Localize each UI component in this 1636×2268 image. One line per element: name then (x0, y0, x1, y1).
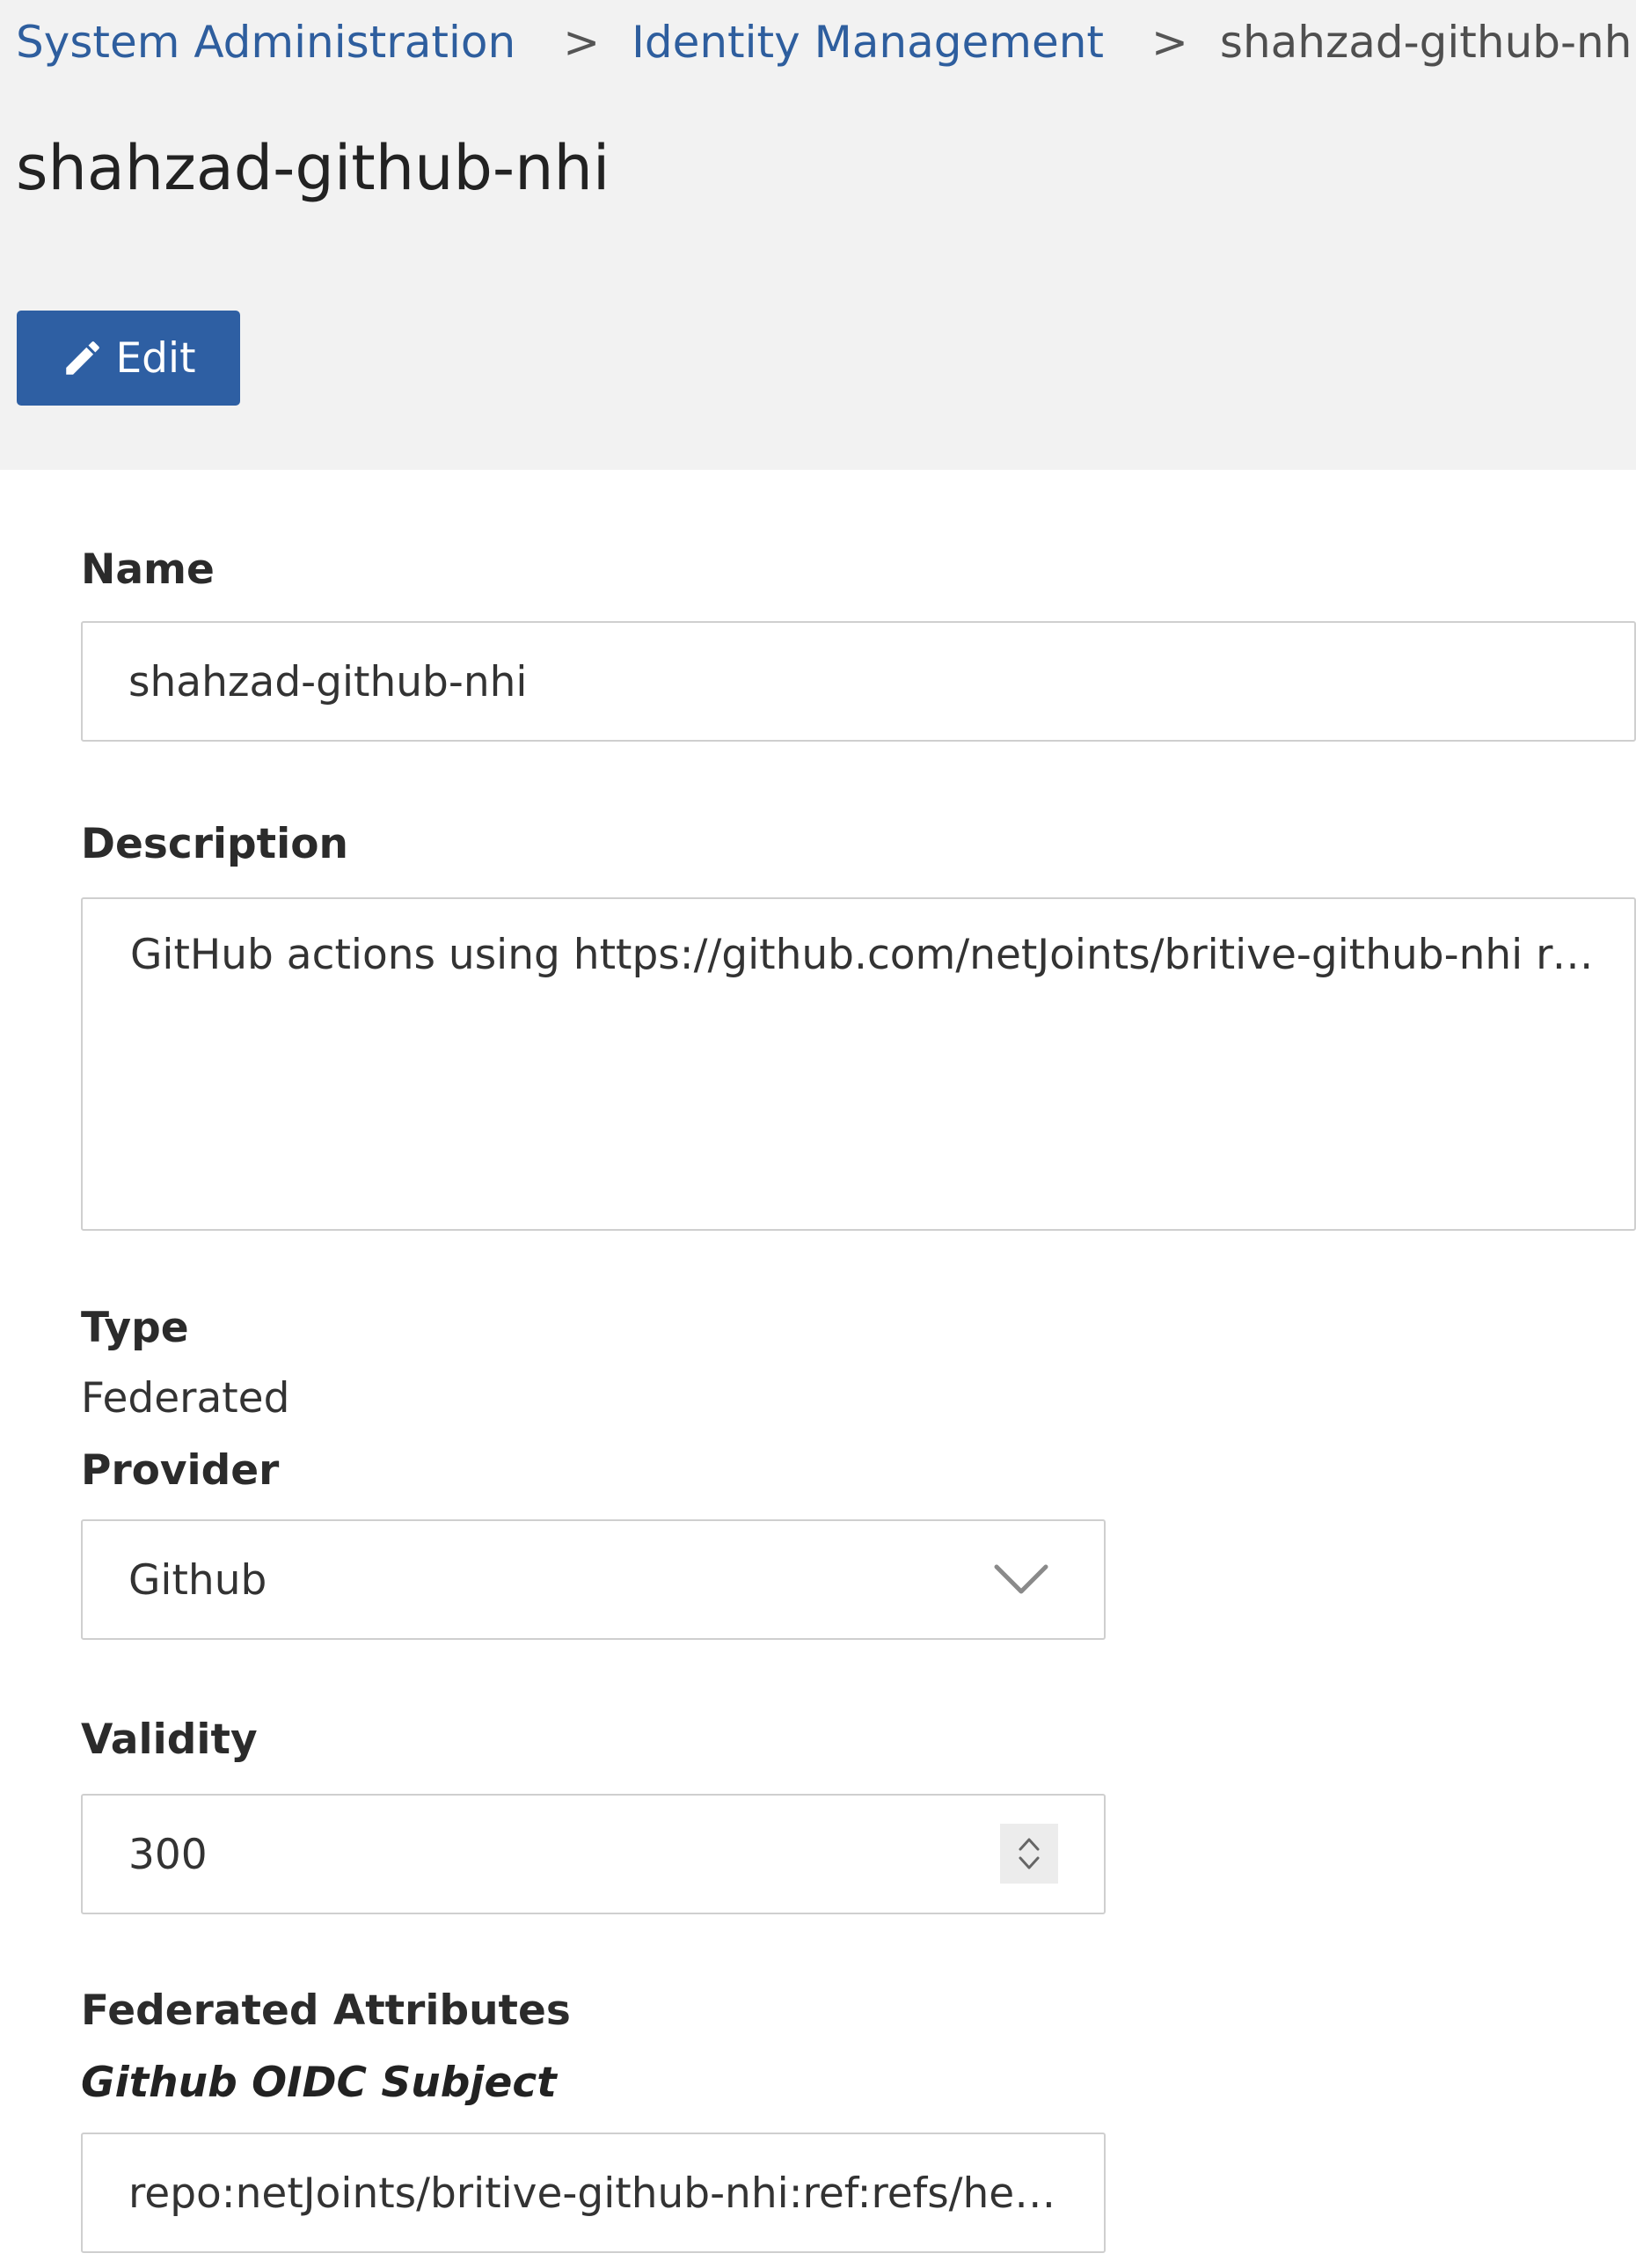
name-field-value: shahzad-github-nhi (128, 658, 528, 706)
github-oidc-subject-label: Github OIDC Subject (81, 2059, 557, 2107)
breadcrumb-link-identity-management[interactable]: Identity Management (632, 17, 1104, 68)
pencil-icon (66, 341, 100, 375)
breadcrumb-separator: > (1151, 17, 1188, 68)
breadcrumb: System Administration > Identity Managem… (16, 16, 1636, 69)
chevron-down-icon (994, 1564, 1048, 1594)
description-field-value: GitHub actions using https://github.com/… (130, 931, 1599, 979)
page-header: System Administration > Identity Managem… (0, 0, 1636, 470)
breadcrumb-separator: > (563, 17, 601, 68)
edit-button-label: Edit (115, 333, 196, 383)
provider-select-value: Github (128, 1556, 267, 1605)
type-label: Type (81, 1304, 189, 1352)
github-oidc-subject-value: repo:netJoints/britive-github-nhi:ref:re… (128, 2169, 1069, 2218)
page-title: shahzad-github-nhi (16, 132, 610, 204)
type-value: Federated (81, 1374, 290, 1423)
provider-select[interactable]: Github (81, 1519, 1106, 1640)
federated-attributes-label: Federated Attributes (81, 1986, 571, 2035)
description-label: Description (81, 820, 348, 868)
name-field[interactable]: shahzad-github-nhi (81, 621, 1636, 742)
breadcrumb-link-system-administration[interactable]: System Administration (16, 17, 515, 68)
description-field[interactable]: GitHub actions using https://github.com/… (81, 897, 1636, 1231)
github-oidc-subject-field[interactable]: repo:netJoints/britive-github-nhi:ref:re… (81, 2133, 1106, 2253)
name-label: Name (81, 545, 215, 594)
stepper-up-icon[interactable] (1016, 1834, 1042, 1854)
stepper-down-icon[interactable] (1016, 1854, 1042, 1873)
validity-label: Validity (81, 1716, 258, 1764)
breadcrumb-current: shahzad-github-nhi (1219, 17, 1636, 68)
edit-button[interactable]: Edit (17, 311, 240, 406)
provider-label: Provider (81, 1446, 280, 1495)
up-down-stepper-icon[interactable] (1000, 1824, 1058, 1884)
validity-input-value: 300 (128, 1831, 208, 1879)
validity-input[interactable]: 300 (81, 1794, 1106, 1914)
